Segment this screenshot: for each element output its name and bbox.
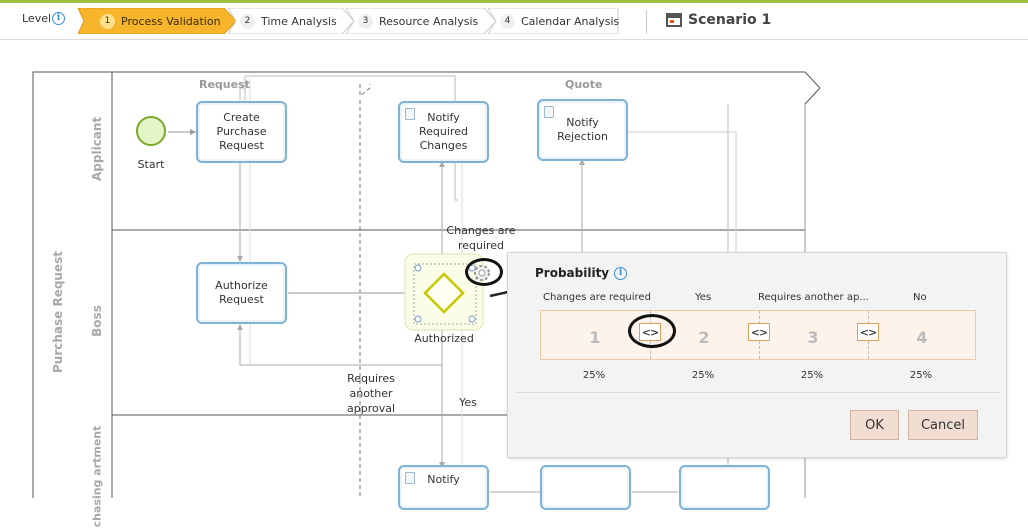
task-notify[interactable]: Notify: [398, 465, 489, 510]
popup-title: Probability i: [535, 266, 628, 280]
drag-handle[interactable]: <>: [748, 323, 770, 341]
step-label: Resource Analysis: [379, 14, 479, 28]
path-label: Requires another ap...: [758, 292, 869, 303]
step-time-analysis[interactable]: 2 Time Analysis: [228, 8, 355, 34]
flow-label-another-approval: Requires another approval: [346, 372, 396, 415]
step-number: 3: [358, 13, 373, 29]
scenario-icon: [666, 13, 682, 27]
lane-label-purchasing: chasing artment: [90, 425, 104, 528]
ok-button[interactable]: OK: [850, 410, 899, 440]
path-label: Yes: [695, 292, 712, 303]
task-label: Notify Rejection: [557, 116, 608, 143]
start-label: Start: [137, 158, 165, 171]
task-authorize-request[interactable]: Authorize Request: [196, 262, 287, 324]
scenario-selector[interactable]: Scenario 1: [666, 12, 771, 28]
task-label: Notify Required Changes: [419, 111, 468, 152]
level-label: Level: [22, 12, 52, 25]
level-toolbar: Level i 1 Process Validation 2 Time Anal…: [0, 3, 1028, 40]
info-icon[interactable]: i: [614, 266, 628, 280]
highlight-ring: [628, 314, 676, 348]
percent-label: 25%: [909, 370, 933, 381]
document-icon: [544, 106, 554, 118]
segment-number: 1: [589, 328, 601, 347]
document-icon: [405, 472, 415, 484]
highlight-ring: [465, 258, 503, 286]
toolbar-separator: [646, 10, 647, 34]
task-notify-required-changes[interactable]: Notify Required Changes: [398, 101, 489, 163]
percent-label: 25%: [582, 370, 606, 381]
flow-label-yes: Yes: [459, 396, 477, 409]
flow-label-changes: Changes are required: [446, 224, 516, 252]
task-create-purchase-request[interactable]: Create Purchase Request: [196, 101, 287, 163]
segment-number: 4: [916, 328, 928, 347]
step-number: 1: [100, 13, 115, 29]
step-number: 2: [240, 13, 255, 29]
info-icon[interactable]: i: [52, 12, 65, 25]
segment-number: 2: [698, 328, 710, 347]
gateway-label: Authorized: [414, 332, 474, 345]
lane-label-applicant: Applicant: [90, 116, 104, 181]
scenario-name: Scenario 1: [688, 12, 772, 28]
task-notify-rejection[interactable]: Notify Rejection: [537, 99, 628, 161]
percent-label: 25%: [691, 370, 715, 381]
probability-bar[interactable]: 1 2 3 4 <> <> <>: [540, 310, 976, 360]
group-label-request: Request: [199, 78, 250, 91]
pool-label: Purchase Request: [51, 251, 65, 373]
percent-label: 25%: [800, 370, 824, 381]
task-purchasing-1[interactable]: [540, 465, 631, 510]
lane-label-boss: Boss: [90, 305, 104, 337]
task-purchasing-2[interactable]: [679, 465, 770, 510]
step-process-validation[interactable]: 1 Process Validation: [78, 8, 237, 34]
step-resource-analysis[interactable]: 3 Resource Analysis: [346, 8, 497, 34]
task-label: Authorize Request: [215, 279, 268, 306]
document-icon: [405, 108, 415, 120]
popup-title-text: Probability: [535, 266, 610, 280]
step-calendar-analysis[interactable]: 4 Calendar Analysis: [488, 8, 620, 34]
start-event[interactable]: [136, 116, 166, 146]
path-label: Changes are required: [543, 292, 651, 303]
drag-handle[interactable]: <>: [857, 323, 879, 341]
path-label: No: [913, 292, 927, 303]
task-label: Create Purchase Request: [216, 111, 267, 152]
step-label: Process Validation: [121, 14, 221, 28]
step-label: Calendar Analysis: [521, 14, 620, 28]
step-label: Time Analysis: [261, 14, 337, 28]
step-number: 4: [500, 13, 515, 29]
task-label: Notify: [427, 473, 460, 486]
probability-popup: Probability i Changes are required Yes R…: [507, 252, 1007, 458]
cancel-button[interactable]: Cancel: [908, 410, 978, 440]
group-label-quote: Quote: [565, 78, 603, 91]
popup-divider: [516, 392, 1000, 393]
segment-number: 3: [807, 328, 819, 347]
